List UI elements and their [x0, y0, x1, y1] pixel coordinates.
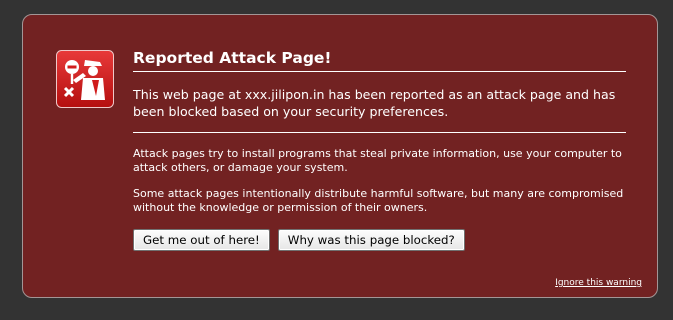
intro-text: This web page at xxx.jilipon.in has been…: [133, 86, 626, 133]
why-blocked-button[interactable]: Why was this page blocked?: [277, 229, 465, 251]
warning-content: Reported Attack Page! This web page at x…: [133, 48, 626, 251]
attack-warning-panel: Reported Attack Page! This web page at x…: [22, 14, 658, 298]
ignore-warning-link[interactable]: Ignore this warning: [555, 278, 642, 288]
page-title: Reported Attack Page!: [133, 48, 626, 72]
detail-text-attack: Attack pages try to install programs tha…: [133, 147, 622, 174]
detail-text-compromised: Some attack pages intentionally distribu…: [133, 187, 624, 214]
button-row: Get me out of here! Why was this page bl…: [133, 229, 626, 251]
get-me-out-button[interactable]: Get me out of here!: [133, 229, 270, 251]
police-officer-stop-icon: [56, 50, 114, 108]
